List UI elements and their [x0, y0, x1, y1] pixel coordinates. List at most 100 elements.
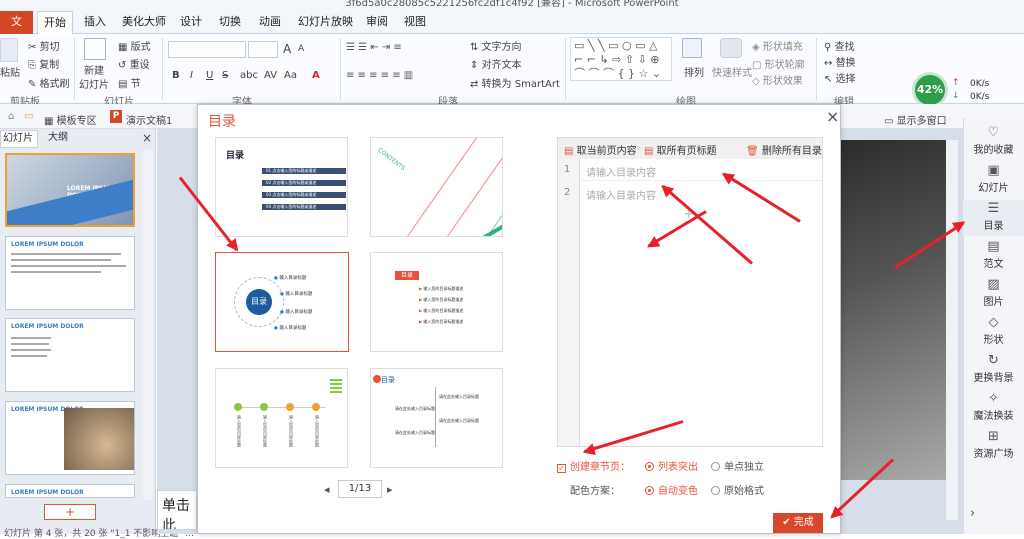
row-divider	[580, 180, 822, 181]
sidebar-item-slides[interactable]: ▣ 幻灯片	[963, 162, 1024, 198]
toc-template-1[interactable]: 目录 01 点击输入您的标题或描述 02 点击输入您的标题或描述 03 点击输入…	[215, 137, 348, 237]
text-direction-button[interactable]: ⇅ 文字方向	[470, 38, 522, 53]
slide-thumbnail[interactable]: LOREM IPSUM DOLOR	[5, 318, 135, 392]
home-icon[interactable]: ⌂	[8, 111, 14, 122]
multi-window-button[interactable]: ▭ 显示多窗口	[884, 112, 947, 127]
decor-bar	[470, 213, 502, 236]
row-number-gutter	[558, 159, 580, 446]
binoculars-icon: ⚲	[824, 42, 835, 53]
slide-thumbnail[interactable]: LOREM IPSUM DOLOR	[5, 401, 135, 475]
template-zone-tab[interactable]: ▦ 模板专区	[44, 112, 97, 127]
italic-button[interactable]: I	[190, 70, 193, 81]
sidebar-item-samples[interactable]: ▤ 范文	[963, 238, 1024, 274]
close-icon[interactable]: ×	[826, 107, 839, 126]
slide-thumbnail[interactable]: LOREM IPSUM DOLOR	[5, 153, 135, 227]
editor-scrollbar[interactable]	[946, 140, 958, 520]
tab-transition[interactable]: 切换	[213, 11, 247, 34]
bullets-button[interactable]: ☰ ☰ ⇤ ⇥ ≡	[346, 42, 402, 53]
copy-button[interactable]: ⎘ 复制	[28, 56, 59, 71]
replace-button[interactable]: ↔ 替换	[824, 54, 856, 69]
underline-button[interactable]: U	[206, 70, 213, 81]
toc-template-4[interactable]: 目录 ▶ 输入您的目录标题描述 ▶ 输入您的目录标题描述 ▶ 输入您的目录标题描述 ▶…	[370, 252, 503, 352]
sidebar-item-images[interactable]: ▨ 图片	[963, 276, 1024, 312]
shape-fill-button[interactable]: ◈ 形状填充	[752, 38, 803, 53]
reset-button[interactable]: ↺ 重设	[118, 56, 150, 71]
radio-auto-color[interactable]: 自动变色	[645, 482, 698, 497]
strikethrough-button[interactable]: S	[222, 70, 228, 81]
layout-button[interactable]: ▦ 版式	[118, 38, 151, 53]
arrange-button[interactable]: 排列	[684, 64, 704, 79]
select-button[interactable]: ↖ 选择	[824, 70, 856, 85]
close-panel-icon[interactable]: ×	[142, 131, 152, 145]
tab-home[interactable]: 开始	[37, 11, 73, 34]
toc-template-6[interactable]: 目录 请在此处输入目录标题 请在此处输入目录标题 请在此处输入目录标题 请在此处…	[370, 368, 503, 468]
toc-template-5[interactable]: 输入您的内容标题 输入您的内容标题 输入您的内容标题 输入您的内容标题	[215, 368, 348, 468]
folder-icon[interactable]: ▭	[24, 111, 33, 122]
next-page-button[interactable]: ▸	[387, 483, 393, 496]
shapes-gallery[interactable]: ▭ ╲ ╲ ▭ ○ ▭ △ ⌐ ⌐ ↳ ⇨ ⇧ ⇩ ⊕ ⌒ ⌒ ⌒ { } ☆ ⌄	[570, 37, 672, 81]
font-color-button[interactable]: A	[312, 70, 320, 81]
align-text-button[interactable]: ⇕ 对齐文本	[470, 56, 522, 71]
font-color-icon: A	[312, 70, 320, 81]
create-section-checkbox[interactable]: ✓ 创建章节页：	[557, 458, 630, 473]
sidebar-item-shapes[interactable]: ◇ 形状	[963, 314, 1024, 350]
slide-thumbnail[interactable]: LOREM IPSUM DOLOR	[5, 236, 135, 310]
align-buttons[interactable]: ≡ ≡ ≡ ≡ ≡ ▥	[346, 70, 413, 81]
sidebar-item-resources[interactable]: ⊞ 资源广场	[963, 428, 1024, 464]
toc-entry-input[interactable]: 请输入目录内容	[586, 164, 656, 179]
sidebar-item-background[interactable]: ↻ 更换背景	[963, 352, 1024, 388]
tab-insert[interactable]: 插入	[78, 11, 112, 34]
shadow-button[interactable]: abc	[240, 70, 258, 81]
smartart-button[interactable]: ⇄ 转换为 SmartArt	[470, 75, 560, 90]
arrange-icon	[682, 38, 702, 58]
slide-thumbnail[interactable]: LOREM IPSUM DOLOR	[5, 484, 135, 498]
document-tab[interactable]: 演示文稿1	[126, 112, 172, 127]
bold-button[interactable]: B	[172, 70, 180, 81]
tab-slides[interactable]: 幻灯片	[0, 130, 38, 148]
cancel-all-titles-button[interactable]: ▤ 取所有页标题	[644, 142, 717, 157]
section-button[interactable]: ▤ 节	[118, 75, 141, 90]
toc-entry-input[interactable]: 请输入目录内容	[586, 187, 656, 202]
tab-animation[interactable]: 动画	[253, 11, 287, 34]
toc-template-2[interactable]: CONTENTS	[370, 137, 503, 237]
char-spacing-button[interactable]: AV	[264, 70, 277, 81]
radio-list-highlight[interactable]: 列表突出	[645, 458, 698, 473]
delete-all-button[interactable]: 🗑 删除所有目录	[746, 142, 822, 157]
expand-sidebar-icon[interactable]: ›	[970, 506, 975, 521]
font-name-select[interactable]	[168, 41, 246, 58]
cut-button[interactable]: ✂ 剪切	[28, 38, 60, 53]
quick-style-button[interactable]: 快速样式	[712, 64, 752, 79]
sidebar-item-toc[interactable]: ☰ 目录	[963, 200, 1024, 236]
find-button[interactable]: ⚲ 查找	[824, 38, 855, 53]
paste-button[interactable]: 粘贴	[0, 64, 20, 79]
new-slide-button[interactable]: 新建	[84, 62, 104, 77]
radio-original-format[interactable]: 原始格式	[711, 482, 764, 497]
page-indicator[interactable]: 1/13	[338, 480, 382, 498]
shape-effect-button[interactable]: ◇ 形状效果	[752, 72, 803, 87]
tab-beautify[interactable]: 美化大师	[116, 11, 172, 34]
sidebar-item-favorites[interactable]: ♡ 我的收藏	[963, 124, 1024, 160]
radio-single-point[interactable]: 单点独立	[711, 458, 764, 473]
toc-template-3[interactable]: 目录 ● 输入目录标题 ● 输入目录标题 ● 输入目录标题 ● 输入目录标题	[215, 252, 349, 352]
tab-slideshow[interactable]: 幻灯片放映	[292, 11, 359, 34]
notes-area[interactable]: 单击此	[157, 490, 197, 530]
font-size-select[interactable]	[248, 41, 278, 58]
add-slide-button[interactable]: +	[44, 504, 96, 520]
panel-scrollbar[interactable]	[143, 150, 153, 500]
grow-font-button[interactable]: A	[283, 42, 291, 56]
format-painter-button[interactable]: ✎ 格式刷	[28, 75, 70, 90]
finish-button[interactable]: ✔ 完成	[773, 513, 823, 533]
prev-page-button[interactable]: ◂	[324, 483, 330, 496]
timeline-dot	[234, 403, 242, 411]
shape-outline-button[interactable]: ▢ 形状轮廓	[752, 56, 805, 71]
tab-file[interactable]: 文件	[0, 11, 33, 50]
tab-review[interactable]: 审阅	[360, 11, 394, 34]
tab-view[interactable]: 视图	[398, 11, 432, 34]
cancel-page-content-button[interactable]: ▤ 取当前页内容	[564, 142, 637, 157]
tab-outline[interactable]: 大纲	[44, 130, 84, 148]
speed-gauge[interactable]: 42%	[912, 72, 948, 108]
change-case-button[interactable]: Aa	[284, 70, 297, 81]
shrink-font-button[interactable]: A	[298, 44, 304, 54]
sidebar-item-magic[interactable]: ✧ 魔法换装	[963, 390, 1024, 426]
tab-design[interactable]: 设计	[174, 11, 208, 34]
